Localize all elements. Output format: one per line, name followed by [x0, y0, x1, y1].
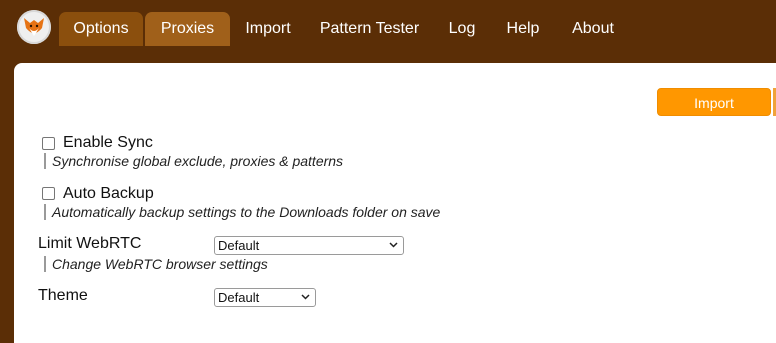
tab-help[interactable]: Help [498, 12, 548, 46]
enable-sync-label: Enable Sync [63, 134, 153, 151]
limit-webrtc-label: Limit WebRTC [38, 235, 142, 252]
limit-webrtc-hint: Change WebRTC browser settings [44, 256, 268, 272]
import-button[interactable]: Import [657, 88, 771, 116]
enable-sync-hint: Synchronise global exclude, proxies & pa… [44, 153, 343, 169]
theme-label: Theme [38, 287, 88, 304]
tab-import[interactable]: Import [238, 12, 298, 46]
chevron-down-icon [301, 294, 310, 300]
limit-webrtc-value: Default [218, 238, 260, 253]
auto-backup-hint: Automatically backup settings to the Dow… [44, 204, 440, 220]
top-navigation-bar: Options Proxies Import Pattern Tester Lo… [0, 0, 776, 46]
limit-webrtc-select[interactable]: Default [214, 236, 404, 255]
fox-logo-icon [17, 10, 51, 44]
tab-log[interactable]: Log [438, 12, 486, 46]
theme-value: Default [218, 290, 260, 305]
enable-sync-checkbox[interactable] [42, 137, 55, 150]
auto-backup-label: Auto Backup [63, 185, 154, 202]
theme-select[interactable]: Default [214, 288, 316, 307]
tab-pattern-tester[interactable]: Pattern Tester [312, 12, 427, 46]
tab-options[interactable]: Options [59, 12, 143, 46]
chevron-down-icon [389, 242, 398, 248]
auto-backup-checkbox[interactable] [42, 187, 55, 200]
tab-proxies[interactable]: Proxies [145, 12, 230, 46]
tab-about[interactable]: About [563, 12, 623, 46]
